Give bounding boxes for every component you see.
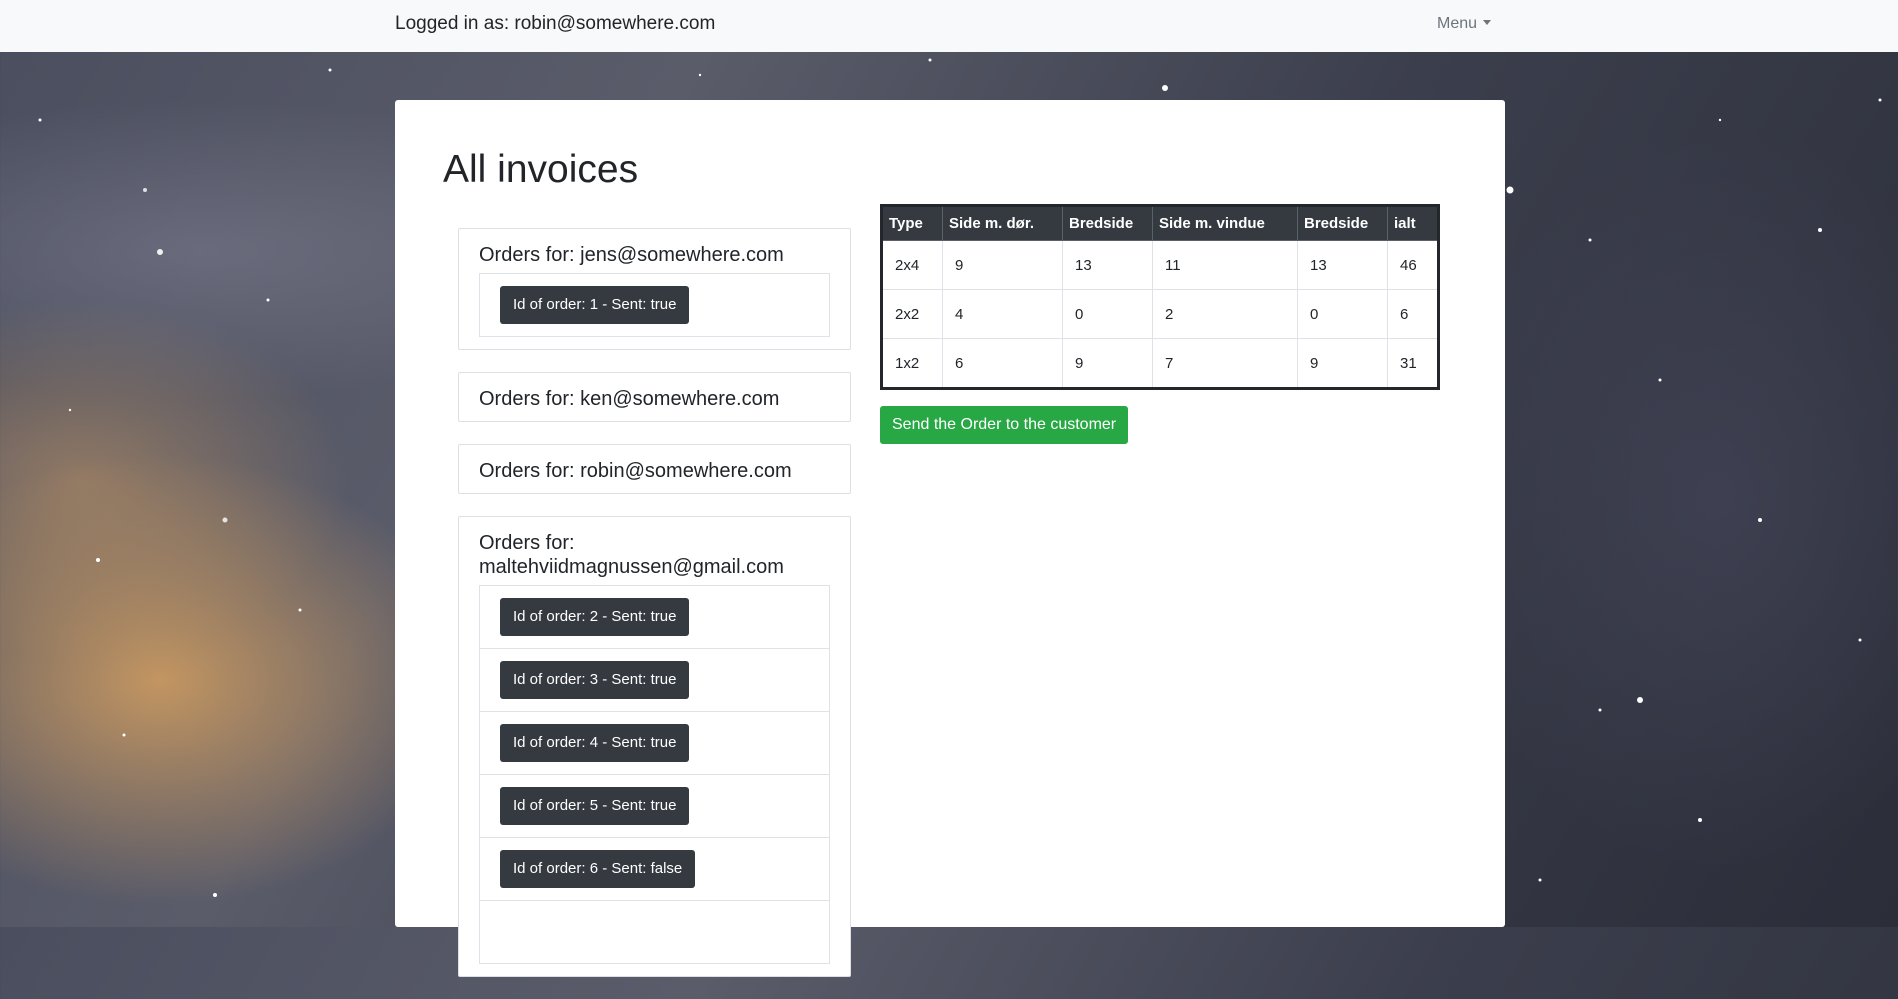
list-item <box>480 900 829 963</box>
table-row: 2x4 9 13 11 13 46 <box>881 240 1439 290</box>
order-list: Id of order: 2 - Sent: true Id of order:… <box>479 585 830 964</box>
table-header-row: Type Side m. dør. Bredside Side m. vindu… <box>881 205 1439 241</box>
table-cell: 4 <box>942 289 1063 339</box>
content-panel: All invoices Orders for: jens@somewhere.… <box>395 100 1505 977</box>
table-cell: 9 <box>1297 338 1388 389</box>
table-row: 1x2 6 9 7 9 31 <box>881 338 1439 389</box>
customer-card: Orders for: jens@somewhere.com Id of ord… <box>458 228 851 350</box>
order-list: Id of order: 1 - Sent: true <box>479 273 830 337</box>
table-cell: 9 <box>1062 338 1153 389</box>
customer-card: Orders for: ken@somewhere.com <box>458 372 851 422</box>
table-cell: 46 <box>1387 240 1439 290</box>
column-header: ialt <box>1387 205 1439 241</box>
table-cell: 11 <box>1152 240 1298 290</box>
customer-title-line: Orders for: <box>479 532 575 554</box>
order-button[interactable]: Id of order: 5 - Sent: true <box>500 787 690 825</box>
customer-list: Orders for: jens@somewhere.com Id of ord… <box>458 228 851 999</box>
order-button[interactable]: Id of order: 2 - Sent: true <box>500 598 690 636</box>
page-title: All invoices <box>443 148 639 191</box>
table-cell: 1x2 <box>881 338 943 389</box>
order-button[interactable]: Id of order: 6 - Sent: false <box>500 850 696 888</box>
table-cell: 2x4 <box>881 240 943 290</box>
send-order-button[interactable]: Send the Order to the customer <box>880 406 1129 444</box>
customer-title: Orders for: jens@somewhere.com <box>479 244 784 266</box>
list-item: Id of order: 1 - Sent: true <box>480 273 829 336</box>
table-cell: 2x2 <box>881 289 943 339</box>
table-cell: 7 <box>1152 338 1298 389</box>
list-item: Id of order: 4 - Sent: true <box>480 711 829 774</box>
order-details-table: Type Side m. dør. Bredside Side m. vindu… <box>880 204 1440 390</box>
order-button[interactable]: Id of order: 4 - Sent: true <box>500 724 690 762</box>
column-header: Side m. vindue <box>1152 205 1298 241</box>
menu-label: Menu <box>1437 15 1478 32</box>
table-row: 2x2 4 0 2 0 6 <box>881 289 1439 339</box>
customer-title: Orders for: robin@somewhere.com <box>479 460 792 482</box>
customer-card: Orders for: maltehviidmagnussen@gmail.com… <box>458 516 851 977</box>
list-item: Id of order: 2 - Sent: true <box>480 585 829 648</box>
list-item: Id of order: 3 - Sent: true <box>480 648 829 711</box>
column-header: Bredside <box>1062 205 1153 241</box>
top-navbar: Logged in as: robin@somewhere.com Menu <box>0 0 1898 52</box>
table-cell: 0 <box>1297 289 1388 339</box>
list-item: Id of order: 6 - Sent: false <box>480 837 829 900</box>
list-item: Id of order: 5 - Sent: true <box>480 774 829 837</box>
table-cell: 0 <box>1062 289 1153 339</box>
table-cell: 6 <box>1387 289 1439 339</box>
table-cell: 6 <box>942 338 1063 389</box>
order-button[interactable]: Id of order: 1 - Sent: true <box>500 286 690 324</box>
table-cell: 31 <box>1387 338 1439 389</box>
customer-email: maltehviidmagnussen@gmail.com <box>479 556 784 578</box>
column-header: Side m. dør. <box>942 205 1063 241</box>
order-table-wrapper: Type Side m. dør. Bredside Side m. vindu… <box>880 204 1440 390</box>
column-header: Type <box>881 205 943 241</box>
customer-card: Orders for: robin@somewhere.com <box>458 444 851 494</box>
customer-title: Orders for: maltehviidmagnussen@gmail.com <box>479 531 830 579</box>
table-cell: 2 <box>1152 289 1298 339</box>
logged-in-label: Logged in as: robin@somewhere.com <box>395 13 716 34</box>
column-header: Bredside <box>1297 205 1388 241</box>
customer-title: Orders for: ken@somewhere.com <box>479 388 780 410</box>
caret-down-icon <box>1483 20 1492 25</box>
table-cell: 9 <box>942 240 1063 290</box>
menu-dropdown[interactable]: Menu <box>1437 15 1492 33</box>
order-button[interactable]: Id of order: 3 - Sent: true <box>500 661 690 699</box>
table-cell: 13 <box>1297 240 1388 290</box>
table-cell: 13 <box>1062 240 1153 290</box>
